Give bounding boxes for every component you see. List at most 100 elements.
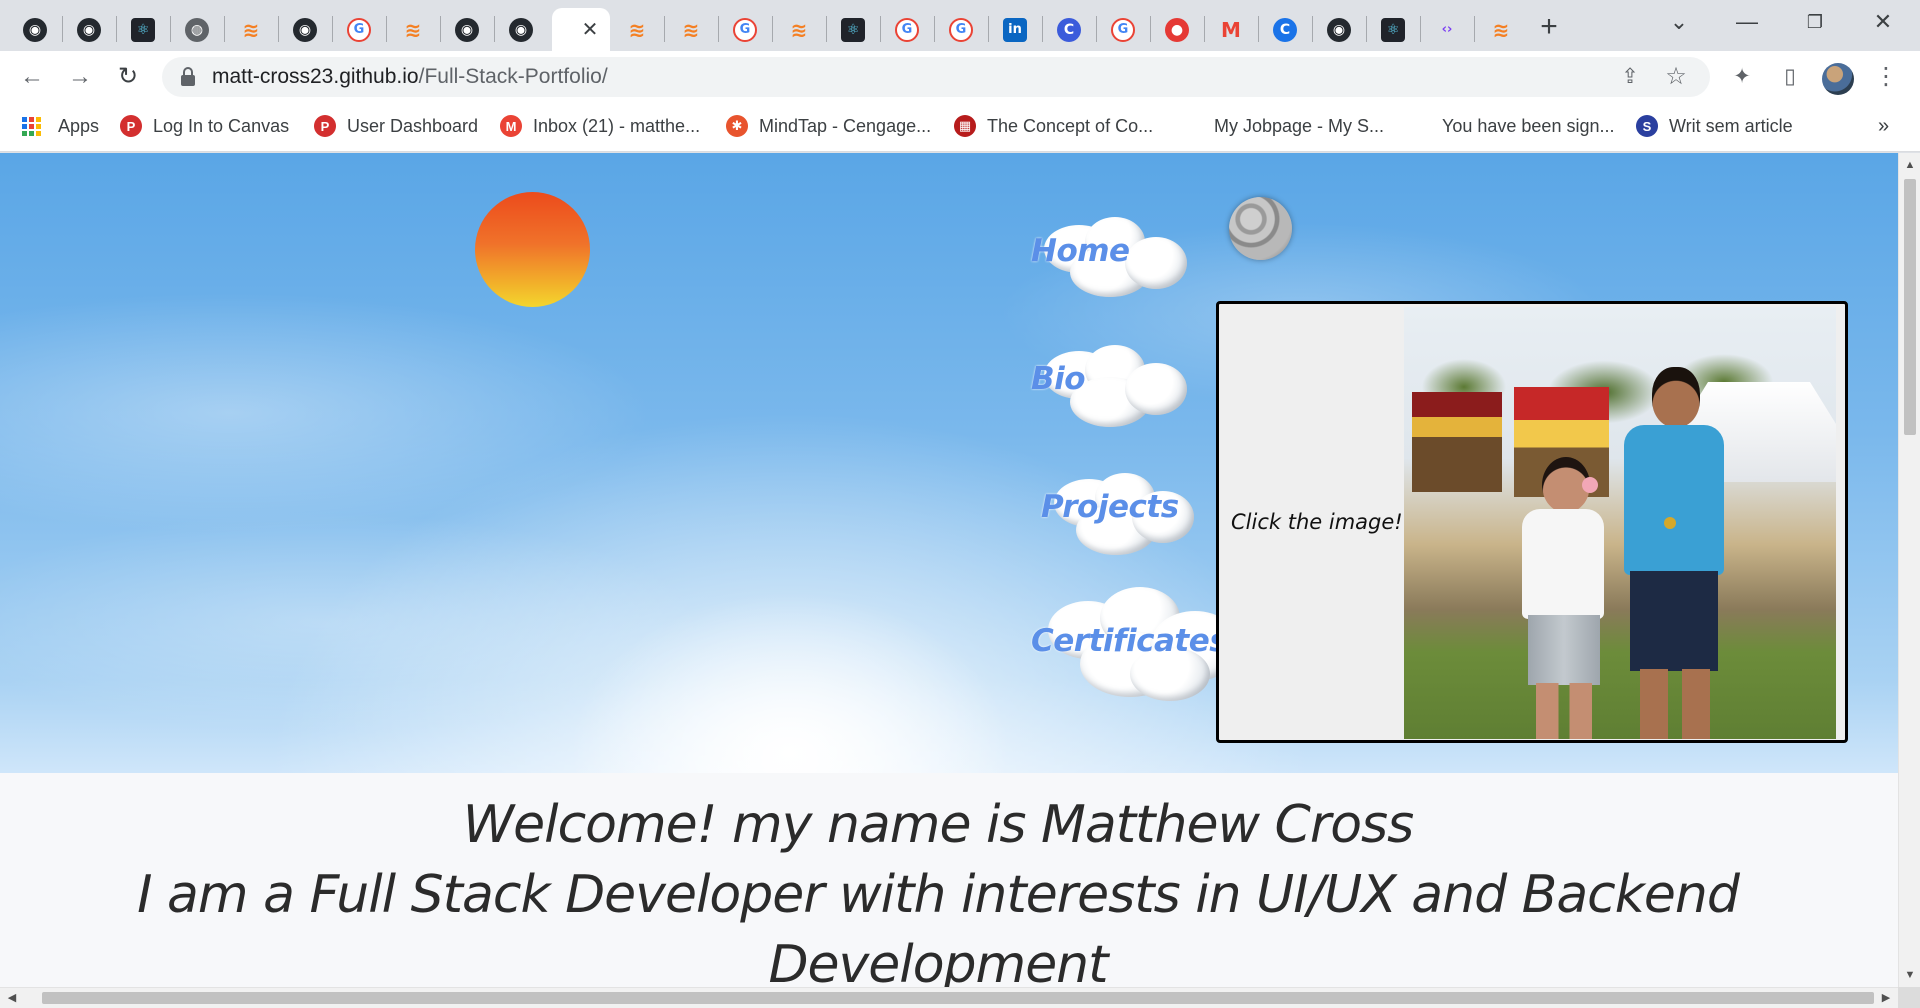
globe-icon: ◍ [185, 17, 209, 42]
browser-tab[interactable]: G [334, 8, 384, 51]
react-icon: ⚛ [841, 17, 865, 42]
browser-tab[interactable]: ≋ [612, 8, 662, 51]
tab-separator [224, 16, 225, 42]
bookmark-item[interactable]: M Inbox (21) - matthe... [500, 104, 700, 148]
reload-button[interactable]: ↻ [112, 61, 144, 93]
photo-frame[interactable]: Click the image! [1216, 301, 1848, 743]
vertical-scroll-thumb[interactable] [1904, 179, 1916, 435]
gmail-icon: M [500, 115, 522, 137]
share-icon[interactable]: ⇪ [1616, 63, 1644, 91]
horizontal-scrollbar[interactable]: ◀ ▶ [0, 987, 1898, 1008]
dashboard-icon: P [314, 115, 336, 137]
browser-tab[interactable]: G [882, 8, 932, 51]
gmail-icon: M [1221, 17, 1241, 42]
url-text[interactable]: matt-cross23.github.io/Full-Stack-Portfo… [212, 57, 608, 97]
nav-home-cloud[interactable]: Home [1030, 215, 1190, 305]
browser-tab[interactable]: ◉ [442, 8, 492, 51]
extensions-icon[interactable]: ✦ [1726, 61, 1758, 93]
minimize-button[interactable]: — [1722, 6, 1772, 38]
bookmark-item[interactable]: P Log In to Canvas [120, 104, 289, 148]
browser-tab[interactable]: ≋ [388, 8, 438, 51]
browser-tab[interactable]: ⚛ [118, 8, 168, 51]
welcome-section: Welcome! my name is Matthew Cross I am a… [0, 773, 1876, 987]
profile-photo[interactable] [1404, 307, 1836, 739]
photo-caption: Click the image! [1231, 510, 1403, 534]
tab-separator [988, 16, 989, 42]
browser-menu-icon[interactable]: ⋮ [1870, 61, 1902, 93]
tab-separator [1366, 16, 1367, 42]
browser-tab[interactable]: ≋ [666, 8, 716, 51]
bookmark-label: My Jobpage - My S... [1214, 115, 1385, 136]
window-close-button[interactable]: ✕ [1858, 6, 1908, 38]
browser-tab[interactable]: ‹› [1422, 8, 1472, 51]
canvas-icon: P [120, 115, 142, 137]
tab-separator [494, 16, 495, 42]
nav-home-link[interactable]: Home [1031, 233, 1130, 269]
horizontal-scroll-thumb[interactable] [42, 992, 1874, 1004]
tab-separator [934, 16, 935, 42]
bookmark-item[interactable]: S Writ sem article [1636, 104, 1793, 148]
github-icon: ◉ [293, 17, 317, 42]
lock-icon[interactable] [180, 67, 196, 87]
bookmark-item[interactable]: My Jobpage - My S... [1214, 104, 1384, 148]
book-icon: ▦ [954, 115, 976, 137]
browser-tab[interactable]: ◉ [64, 8, 114, 51]
tab-close-icon[interactable]: ✕ [582, 17, 599, 42]
browser-tab[interactable]: G [720, 8, 770, 51]
restore-button[interactable]: ❐ [1790, 6, 1840, 38]
tab-separator [1474, 16, 1475, 42]
moon-graphic [1229, 197, 1292, 260]
scroll-left-arrow[interactable]: ◀ [2, 988, 22, 1008]
browser-tab[interactable]: ≋ [1476, 8, 1526, 51]
browser-tab[interactable]: ⚛ [1368, 8, 1418, 51]
bookmark-item[interactable]: ▦ The Concept of Co... [954, 104, 1153, 148]
bookmarks-overflow-button[interactable]: » [1878, 104, 1889, 148]
nav-bio-link[interactable]: Bio [1031, 361, 1086, 397]
browser-tab[interactable]: C [1044, 8, 1094, 51]
url-host: matt-cross23.github.io [212, 65, 419, 88]
browser-tab[interactable]: ≋ [774, 8, 824, 51]
browser-tab[interactable]: C [1260, 8, 1310, 51]
browser-tab[interactable]: ≋ [226, 8, 276, 51]
scroll-down-arrow[interactable]: ▼ [1899, 965, 1920, 985]
browser-tab[interactable]: M [1206, 8, 1256, 51]
bookmark-item[interactable]: Apps [22, 104, 99, 148]
forward-button[interactable]: → [64, 61, 96, 93]
bookmark-item[interactable]: ✱ MindTap - Cengage... [726, 104, 931, 148]
github-icon: ◉ [23, 17, 47, 42]
browser-tab[interactable]: ◉ [1314, 8, 1364, 51]
bookmark-star-icon[interactable]: ☆ [1662, 63, 1690, 91]
c-icon: C [1273, 17, 1297, 42]
tab-separator [1150, 16, 1151, 42]
browser-tab[interactable]: ◉ [10, 8, 60, 51]
profile-avatar[interactable] [1822, 63, 1854, 95]
nav-projects-link[interactable]: Projects [1041, 489, 1179, 525]
scroll-right-arrow[interactable]: ▶ [1876, 988, 1896, 1008]
url-path: /Full-Stack-Portfolio/ [418, 65, 608, 88]
back-button[interactable]: ← [16, 61, 48, 93]
browser-tab[interactable]: in [990, 8, 1040, 51]
browser-tab[interactable]: ◍ [172, 8, 222, 51]
nav-certificates-link[interactable]: Certificates [1031, 623, 1228, 659]
scroll-up-arrow[interactable]: ▲ [1899, 155, 1920, 175]
address-bar[interactable]: matt-cross23.github.io/Full-Stack-Portfo… [162, 57, 1710, 97]
nav-projects-cloud[interactable]: Projects [1040, 471, 1200, 563]
browser-tab[interactable]: ⚛ [828, 8, 878, 51]
tab-search-button[interactable]: ⌄ [1654, 6, 1704, 38]
vertical-scrollbar[interactable]: ▲ ▼ [1898, 153, 1920, 987]
mindtap-icon: ✱ [726, 115, 748, 137]
bookmark-item[interactable]: You have been sign... [1442, 104, 1614, 148]
browser-tab[interactable]: G [936, 8, 986, 51]
browser-tab[interactable]: ● [1152, 8, 1202, 51]
browser-tab[interactable]: G [1098, 8, 1148, 51]
tab-separator [170, 16, 171, 42]
browser-tab[interactable]: ◉ [496, 8, 546, 51]
bookmark-item[interactable]: P User Dashboard [314, 104, 478, 148]
browser-tab[interactable]: ✕ [552, 8, 610, 51]
nav-bio-cloud[interactable]: Bio [1030, 343, 1190, 435]
new-tab-button[interactable]: + [1533, 12, 1565, 44]
side-panel-icon[interactable]: ▯ [1774, 61, 1806, 93]
tab-separator [440, 16, 441, 42]
browser-tab[interactable]: ◉ [280, 8, 330, 51]
tab-separator [1420, 16, 1421, 42]
